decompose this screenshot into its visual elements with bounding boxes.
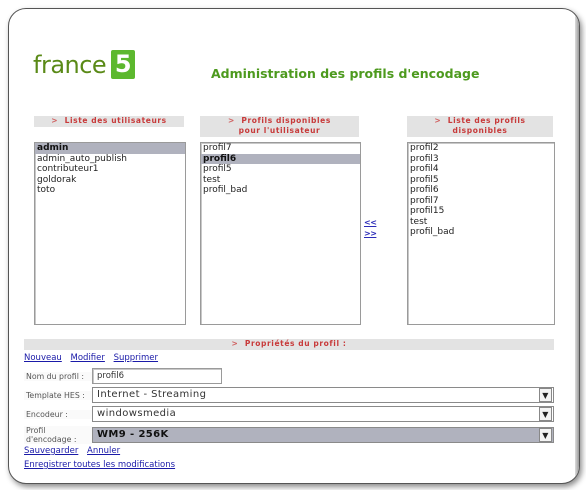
list-item[interactable]: test xyxy=(201,175,360,186)
profile-name-label: Nom du profil : xyxy=(24,371,92,381)
list-item[interactable]: toto xyxy=(35,185,185,196)
list-item[interactable]: admin_auto_publish xyxy=(35,154,185,165)
list-item[interactable]: profil7 xyxy=(201,143,360,154)
list-item[interactable]: profil5 xyxy=(201,164,360,175)
list-item[interactable]: test xyxy=(408,217,554,228)
save-link[interactable]: Sauvegarder xyxy=(24,446,78,456)
new-profile-link[interactable]: Nouveau xyxy=(24,353,62,363)
user-profiles-title-line1: Profils disponibles xyxy=(241,116,331,125)
chevron-down-icon[interactable]: ▼ xyxy=(539,388,552,402)
edit-profile-link[interactable]: Modifier xyxy=(71,353,105,363)
user-profiles-title-line2: pour l'utilisateur xyxy=(238,126,321,135)
profile-actions: Nouveau Modifier Supprimer xyxy=(24,353,164,363)
chevron-right-icon: > xyxy=(434,116,442,125)
page-title: Administration des profils d'encodage xyxy=(211,66,480,81)
list-item[interactable]: profil4 xyxy=(408,164,554,175)
chevron-down-icon[interactable]: ▼ xyxy=(539,407,552,421)
save-all-row: Enregistrer toutes les modifications xyxy=(24,460,181,470)
list-item[interactable]: profil_bad xyxy=(408,227,554,238)
profile-properties-title: Propriétés du profil : xyxy=(244,339,347,348)
save-all-link[interactable]: Enregistrer toutes les modifications xyxy=(24,460,175,470)
list-item[interactable]: admin xyxy=(35,143,185,154)
template-label: Template HES : xyxy=(24,390,92,400)
list-item[interactable]: profil3 xyxy=(408,154,554,165)
list-item[interactable]: profil7 xyxy=(408,196,554,207)
encoding-profile-value: WM9 - 256K xyxy=(97,429,169,440)
profile-properties-header: > Propriétés du profil : xyxy=(24,339,554,350)
user-profiles-header: > Profils disponibles pour l'utilisateur xyxy=(200,116,359,137)
users-panel-header: > Liste des utilisateurs xyxy=(34,116,184,127)
chevron-right-icon: > xyxy=(231,339,239,348)
encoding-profile-label: Profil d'encodage : xyxy=(24,426,92,444)
logo-text: france xyxy=(33,50,107,79)
encoder-value: windowsmedia xyxy=(97,408,177,419)
france5-logo: france 5 xyxy=(33,50,136,79)
window-edge xyxy=(575,9,579,483)
list-item[interactable]: profil5 xyxy=(408,175,554,186)
encoding-profile-select[interactable]: WM9 - 256K ▼ xyxy=(92,427,554,443)
list-item[interactable]: profil2 xyxy=(408,143,554,154)
encoder-select[interactable]: windowsmedia ▼ xyxy=(92,406,554,422)
users-listbox[interactable]: admin admin_auto_publish contributeur1 gold… xyxy=(34,142,186,325)
chevron-right-icon: > xyxy=(228,116,235,125)
template-row: Template HES : Internet - Streaming ▼ xyxy=(24,387,554,403)
all-profiles-header: > Liste des profils disponibles xyxy=(407,116,553,137)
chevron-down-icon[interactable]: ▼ xyxy=(539,428,552,442)
cancel-link[interactable]: Annuler xyxy=(87,446,120,456)
all-profiles-listbox[interactable]: profil2 profil3 profil4 profil5 profil6 profi… xyxy=(407,142,555,325)
list-item[interactable]: goldorak xyxy=(35,175,185,186)
template-select[interactable]: Internet - Streaming ▼ xyxy=(92,387,554,403)
list-item[interactable]: profil6 xyxy=(408,185,554,196)
all-profiles-title-line1: Liste des profils xyxy=(447,116,526,125)
profile-name-row: Nom du profil : profil6 xyxy=(24,368,554,384)
encoder-label: Encodeur : xyxy=(24,409,92,419)
list-item[interactable]: profil_bad xyxy=(201,185,360,196)
template-value: Internet - Streaming xyxy=(97,389,207,400)
list-item[interactable]: contributeur1 xyxy=(35,164,185,175)
encoding-profile-row: Profil d'encodage : WM9 - 256K ▼ xyxy=(24,426,554,444)
profile-name-input[interactable]: profil6 xyxy=(92,368,222,384)
logo-numeral: 5 xyxy=(111,50,136,79)
list-item[interactable]: profil15 xyxy=(408,206,554,217)
delete-profile-link[interactable]: Supprimer xyxy=(114,353,158,363)
user-profiles-listbox[interactable]: profil7 profil6 profil5 test profil_bad xyxy=(200,142,361,325)
form-actions: Sauvegarder Annuler xyxy=(24,446,126,456)
all-profiles-title-line2: disponibles xyxy=(452,126,508,135)
move-right-button[interactable]: >> xyxy=(364,229,377,238)
users-panel-title: Liste des utilisateurs xyxy=(64,116,167,125)
move-left-button[interactable]: << xyxy=(364,218,377,227)
encoder-row: Encodeur : windowsmedia ▼ xyxy=(24,406,554,422)
chevron-right-icon: > xyxy=(51,116,59,125)
list-item[interactable]: profil6 xyxy=(201,153,360,164)
